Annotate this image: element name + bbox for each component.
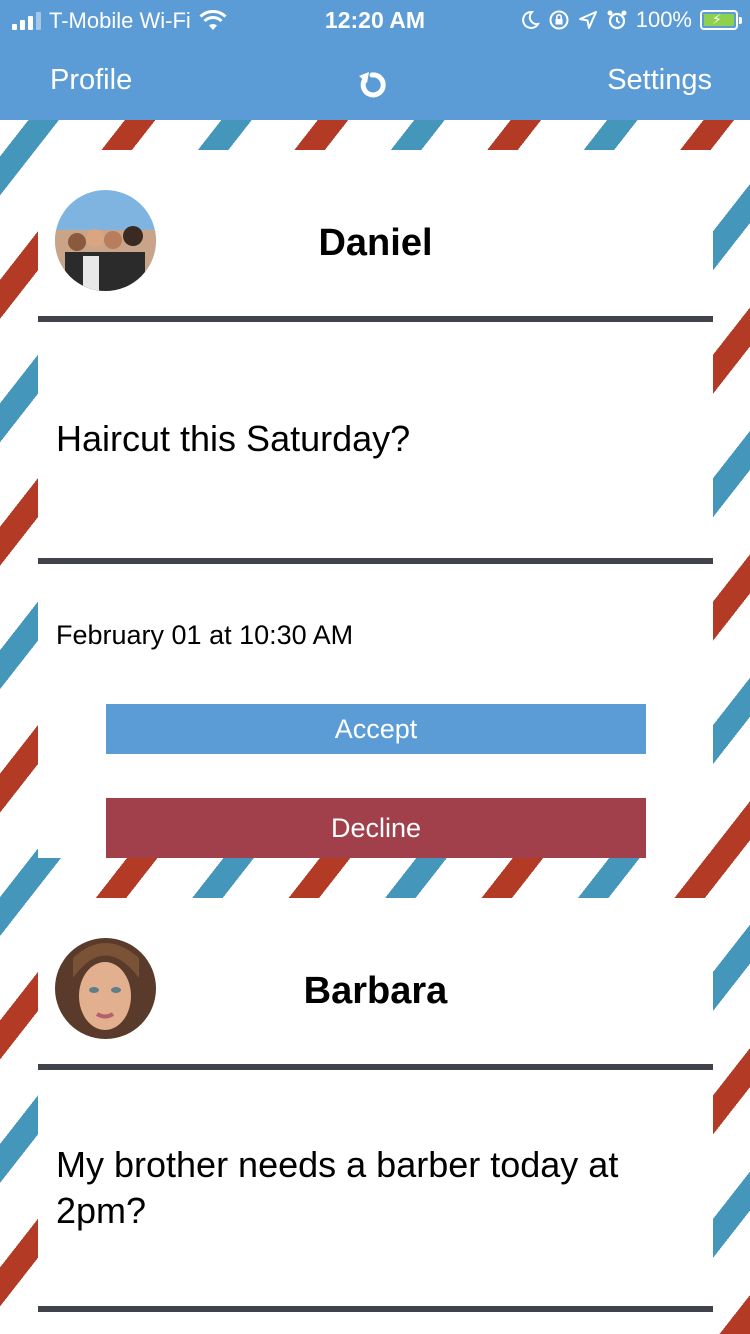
app-screen: T-Mobile Wi-Fi 12:20 AM 100% ⚡ Profile S…: [0, 0, 750, 1334]
accept-button[interactable]: Accept: [106, 704, 646, 754]
sender-name: Barbara: [303, 970, 448, 1012]
divider: [38, 558, 713, 564]
moon-icon: [521, 10, 540, 29]
profile-button[interactable]: Profile: [50, 64, 132, 97]
battery-icon: ⚡: [700, 10, 742, 30]
status-bar: T-Mobile Wi-Fi 12:20 AM 100% ⚡: [0, 0, 750, 40]
sender-name: Daniel: [318, 222, 433, 264]
location-icon: [578, 11, 597, 29]
rotation-lock-icon: [549, 10, 569, 30]
request-datetime: February 01 at 10:30 AM: [56, 620, 354, 650]
request-message: Haircut this Saturday?: [56, 418, 411, 459]
divider: [38, 316, 713, 322]
nav-bar: Profile Settings: [0, 50, 750, 112]
refresh-icon[interactable]: [355, 67, 391, 103]
request-card: Barbara My brother needs a barber today …: [38, 898, 713, 1334]
settings-button[interactable]: Settings: [607, 64, 712, 97]
decline-button[interactable]: Decline: [106, 798, 646, 858]
request-card: Daniel Haircut this Saturday? February 0…: [38, 150, 713, 858]
divider: [38, 1306, 713, 1312]
request-message: My brother needs a barber today at 2pm?: [56, 1144, 619, 1231]
top-bar: T-Mobile Wi-Fi 12:20 AM 100% ⚡ Profile S…: [0, 0, 750, 120]
battery-percent: 100%: [635, 7, 692, 32]
card-header: Barbara: [38, 898, 713, 1064]
alarm-icon: [607, 10, 627, 30]
divider: [38, 1064, 713, 1070]
card-header: Daniel: [38, 150, 713, 316]
status-right: 100% ⚡: [520, 7, 742, 33]
